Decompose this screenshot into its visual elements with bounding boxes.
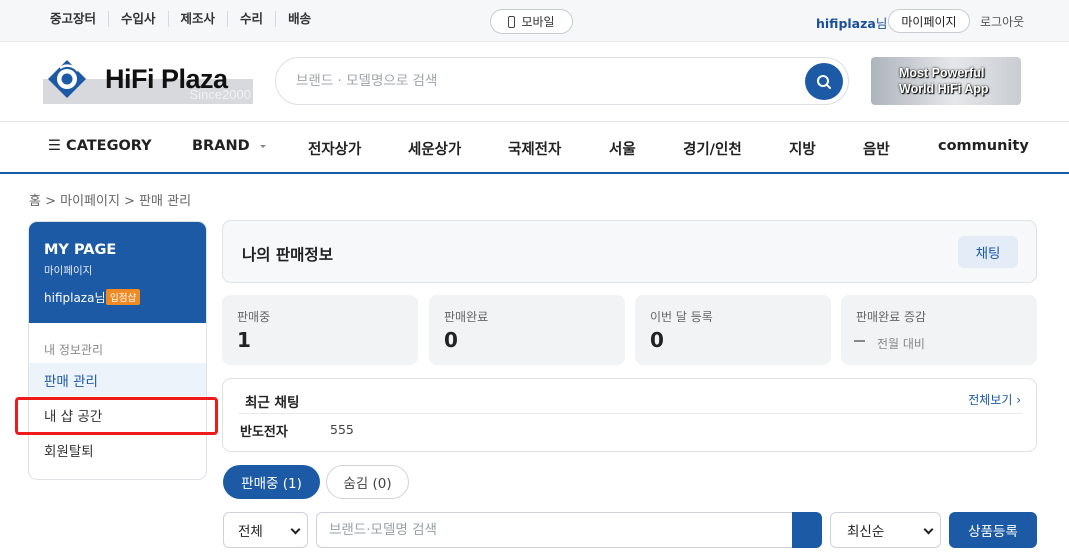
chat-last-message[interactable]: 555: [330, 422, 354, 437]
recent-chat-box: 최근 채팅 전체보기 › 반도전자 555: [222, 378, 1037, 452]
category-menu[interactable]: ☰ CATEGORY: [48, 138, 152, 154]
mypage-button[interactable]: 마이페이지: [888, 9, 970, 33]
sort-select-value: 최신순: [847, 524, 885, 540]
username: hifiplaza: [816, 16, 876, 31]
stat-card-sold-change: 판매완료 증감 전월 대비: [841, 295, 1037, 365]
scope-select[interactable]: 전체: [223, 512, 308, 548]
stat-card-sold: 판매완료 0: [429, 295, 625, 365]
dash-icon: [854, 340, 865, 342]
scope-select-value: 전체: [238, 524, 263, 540]
stat-value: 1: [237, 328, 251, 352]
user-greeting: hifiplaza님: [816, 13, 887, 32]
view-all-link[interactable]: 전체보기 ›: [968, 391, 1021, 408]
brand-menu[interactable]: BRAND: [192, 138, 266, 154]
logo-mark-icon: [48, 60, 86, 98]
top-link-shipping[interactable]: 배송: [275, 11, 323, 27]
search-icon: [817, 74, 831, 89]
stat-label: 이번 달 등록: [650, 310, 713, 324]
mobile-button[interactable]: 모바일: [490, 9, 573, 34]
sort-select[interactable]: 최신순: [830, 512, 941, 548]
sidebar-title: MY PAGE: [44, 242, 117, 258]
tab-hidden[interactable]: 숨김 (0): [326, 465, 409, 499]
stat-label: 판매중: [237, 310, 271, 324]
username-suffix: 님: [875, 16, 888, 31]
sidebar-item-sales-management[interactable]: 판매 관리: [29, 363, 206, 396]
logout-link[interactable]: 로그아웃: [980, 13, 1024, 30]
sidebar-subtitle: 마이페이지: [44, 265, 93, 277]
sidebar-item-withdraw[interactable]: 회원탈퇴: [29, 433, 206, 466]
sidebar-user: hifiplaza님: [44, 291, 106, 305]
stat-card-monthly-registered: 이번 달 등록 0: [635, 295, 831, 365]
nav-item-seoul[interactable]: 서울: [609, 138, 636, 159]
nav-item-gukje[interactable]: 국제전자: [508, 138, 561, 159]
breadcrumb: 홈 > 마이페이지 > 판매 관리: [29, 194, 192, 209]
sidebar-header: MY PAGE 마이페이지 hifiplaza님 입점샵: [29, 222, 206, 323]
category-nav: ☰ CATEGORY BRAND 전자상가 세운상가 국제전자 서울 경기/인천…: [0, 122, 1069, 174]
top-utility-bar: 중고장터 수입사 제조사 수리 배송 모바일 hifiplaza님 마이페이지 …: [0, 0, 1069, 42]
site-header: HiFi Plaza Since2000 Most Powerful World…: [0, 42, 1069, 122]
chat-button[interactable]: 채팅: [958, 236, 1018, 268]
top-link-repair[interactable]: 수리: [227, 11, 275, 27]
chat-partner-name[interactable]: 반도전자: [240, 421, 288, 440]
nav-item-electronics-mall[interactable]: 전자상가: [308, 138, 361, 159]
nav-item-community[interactable]: community: [938, 138, 1029, 154]
stat-note: 전월 대비: [877, 337, 925, 351]
nav-item-gyeonggi-incheon[interactable]: 경기/인천: [683, 138, 742, 159]
brand-label: BRAND: [192, 138, 250, 154]
recent-chat-title: 최근 채팅: [245, 395, 300, 411]
chevron-down-icon: [923, 524, 934, 535]
top-link-used-market[interactable]: 중고장터: [38, 11, 108, 27]
mypage-sidebar: MY PAGE 마이페이지 hifiplaza님 입점샵 내 정보관리 판매 관…: [28, 221, 207, 480]
main-search: [275, 57, 849, 105]
sales-info-panel: 나의 판매정보 채팅: [222, 220, 1037, 283]
product-search: [316, 512, 792, 548]
caret-down-icon: [259, 144, 266, 148]
main-search-input[interactable]: [296, 58, 796, 104]
banner-line-2: World HiFi App: [899, 82, 989, 96]
stat-label: 판매완료 증감: [856, 310, 927, 324]
main-search-button[interactable]: [805, 63, 843, 100]
stat-value: 0: [444, 328, 458, 352]
product-search-input[interactable]: [329, 513, 769, 547]
nav-item-sewoon[interactable]: 세운상가: [408, 138, 461, 159]
top-nav: 중고장터 수입사 제조사 수리 배송: [38, 11, 323, 27]
register-product-button[interactable]: 상품등록: [949, 512, 1037, 548]
top-link-importers[interactable]: 수입사: [108, 11, 168, 27]
nav-item-records[interactable]: 음반: [863, 138, 890, 159]
tab-on-sale[interactable]: 판매중 (1): [223, 465, 320, 499]
product-search-button[interactable]: [792, 512, 822, 548]
site-logo[interactable]: HiFi Plaza Since2000: [43, 57, 253, 104]
stat-value: 0: [650, 328, 664, 352]
shop-badge: 입점샵: [106, 289, 141, 305]
phone-icon: [508, 15, 516, 28]
nav-item-regions[interactable]: 지방: [789, 138, 816, 159]
stat-card-on-sale: 판매중 1: [222, 295, 418, 365]
mobile-label: 모바일: [521, 15, 555, 29]
logo-since: Since2000: [189, 87, 251, 102]
app-banner[interactable]: Most Powerful World HiFi App: [871, 57, 1021, 105]
divider: [239, 413, 1022, 414]
sidebar-section-label: 내 정보관리: [44, 343, 104, 357]
highlight-box: [15, 397, 218, 435]
banner-line-1: Most Powerful: [899, 66, 985, 80]
panel-title: 나의 판매정보: [242, 246, 333, 264]
chevron-down-icon: [290, 524, 301, 535]
stat-label: 판매완료: [444, 310, 489, 324]
top-link-manufacturers[interactable]: 제조사: [167, 11, 228, 27]
